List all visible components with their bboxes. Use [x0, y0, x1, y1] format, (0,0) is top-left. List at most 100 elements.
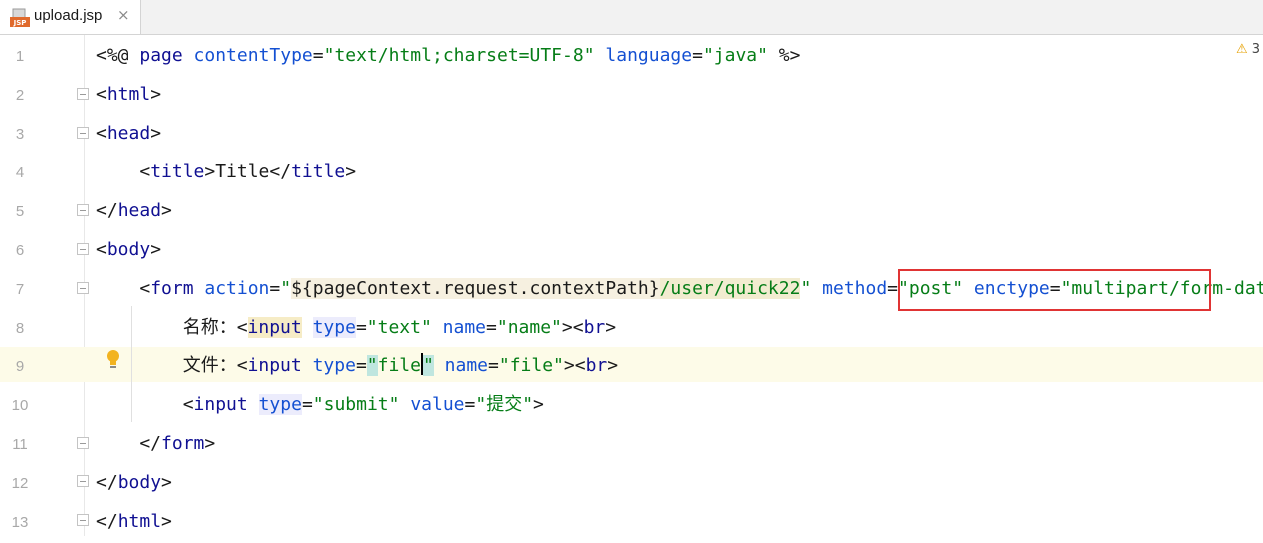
fold-toggle-icon[interactable] — [77, 204, 89, 216]
code-token: action — [204, 277, 270, 299]
close-icon[interactable]: × — [117, 6, 130, 24]
code-token: method — [822, 277, 888, 299]
code-token: "name" — [496, 316, 562, 338]
code-token: "submit" — [312, 394, 400, 416]
code-token: type — [312, 316, 356, 338]
fold-toggle-icon[interactable] — [77, 514, 89, 526]
code-token: 名称：< — [96, 316, 248, 338]
line-number: 9 — [15, 358, 25, 376]
code-token: < — [96, 122, 107, 144]
code-token: html — [117, 510, 162, 532]
code-token: body — [106, 239, 151, 260]
code-token: > — [204, 433, 216, 454]
line-number: 6 — [15, 242, 25, 259]
code-token: br — [583, 316, 606, 338]
code-token: </ — [96, 510, 118, 532]
code-token: = — [486, 316, 497, 338]
code-token: value — [410, 394, 465, 416]
code-token: head — [117, 200, 162, 222]
code-line[interactable]: 8 名称：<input type="text" name="name"><br> — [0, 310, 1263, 349]
code-token: " — [422, 355, 434, 377]
code-token: br — [585, 355, 608, 377]
code-line[interactable]: 2 <html> — [0, 77, 1263, 116]
code-line[interactable]: 4 <title>Title</title> — [0, 154, 1263, 193]
code-token: " — [800, 277, 812, 299]
code-token: > — [605, 316, 617, 338]
code-token: > — [150, 239, 162, 260]
line-number: 2 — [15, 86, 25, 104]
code-token: >Title</ — [204, 161, 292, 183]
code-token: = — [464, 394, 476, 416]
code-token: < — [96, 83, 107, 105]
code-text: <html> — [96, 82, 161, 108]
code-line[interactable]: 13 </html> — [0, 504, 1263, 543]
code-line[interactable]: 6 <body> — [0, 232, 1263, 271]
code-token: "java" — [702, 45, 768, 66]
fold-toggle-icon[interactable] — [77, 437, 89, 449]
code-token: html — [106, 83, 151, 105]
code-token: form — [161, 433, 205, 454]
code-token: > — [150, 83, 162, 105]
code-line[interactable]: 3 <head> — [0, 116, 1263, 155]
code-token: <%@ — [96, 45, 140, 66]
code-line[interactable]: 5 </head> — [0, 193, 1263, 232]
fold-toggle-icon[interactable] — [77, 88, 89, 100]
code-token: contentType — [193, 45, 313, 66]
code-token: form — [150, 277, 205, 299]
code-text: </form> — [96, 431, 215, 457]
line-number: 4 — [15, 164, 25, 182]
code-line[interactable]: 11 </form> — [0, 426, 1263, 465]
code-token: title — [150, 161, 205, 183]
fold-toggle-icon[interactable] — [77, 127, 89, 139]
tab-label: upload.jsp — [34, 7, 103, 24]
code-token: = — [355, 355, 367, 377]
code-token: language — [605, 45, 693, 66]
code-token: = — [887, 277, 899, 299]
code-token: > — [161, 471, 172, 493]
lightbulb-icon[interactable] — [105, 349, 121, 371]
code-token: body — [117, 471, 162, 493]
code-line[interactable]: 12 </body> — [0, 465, 1263, 504]
line-number: 7 — [15, 280, 25, 298]
code-token: name — [442, 316, 487, 338]
indent-guide — [131, 306, 132, 422]
fold-toggle-icon[interactable] — [77, 243, 89, 255]
code-token: page — [139, 45, 194, 66]
code-token: > — [607, 355, 619, 377]
code-line[interactable]: 9 文件：<input type="file " name="file"><br> — [0, 348, 1263, 387]
code-line[interactable]: 10 <input type="submit" value="提交"> — [0, 387, 1263, 426]
code-text: <input type="submit" value="提交"> — [96, 392, 544, 418]
code-token: = — [692, 45, 703, 66]
code-token: < — [96, 239, 107, 260]
code-token: type — [312, 355, 356, 377]
code-token: type — [258, 394, 302, 416]
code-token: > — [161, 200, 172, 222]
code-token: " — [280, 277, 292, 299]
fold-toggle-icon[interactable] — [77, 475, 89, 487]
code-token: title — [291, 161, 346, 183]
code-token: > — [561, 316, 573, 338]
line-number: 11 — [12, 436, 28, 453]
fold-toggle-icon[interactable] — [77, 282, 89, 294]
code-token: "file" — [498, 355, 564, 377]
code-text: <%@ page contentType="text/html;charset=… — [96, 43, 800, 69]
code-token: > — [161, 510, 172, 532]
code-token: < — [572, 316, 584, 338]
code-line[interactable]: 1 <%@ page contentType="text/html;charset… — [0, 38, 1263, 77]
code-token: = — [269, 277, 281, 299]
line-number: 12 — [11, 474, 29, 492]
code-token: > — [563, 355, 575, 377]
code-token: < — [96, 161, 151, 183]
code-token: < — [574, 355, 586, 377]
line-number: 10 — [11, 397, 29, 415]
code-text: 名称：<input type="text" name="name"><br> — [96, 315, 616, 341]
line-number: 3 — [15, 125, 25, 143]
line-number: 5 — [15, 203, 25, 221]
tab-upload-jsp[interactable]: JSP upload.jsp × — [0, 0, 141, 34]
highlight-box-enctype — [898, 269, 1211, 311]
code-token: " — [366, 355, 378, 377]
code-token: </ — [96, 471, 118, 493]
